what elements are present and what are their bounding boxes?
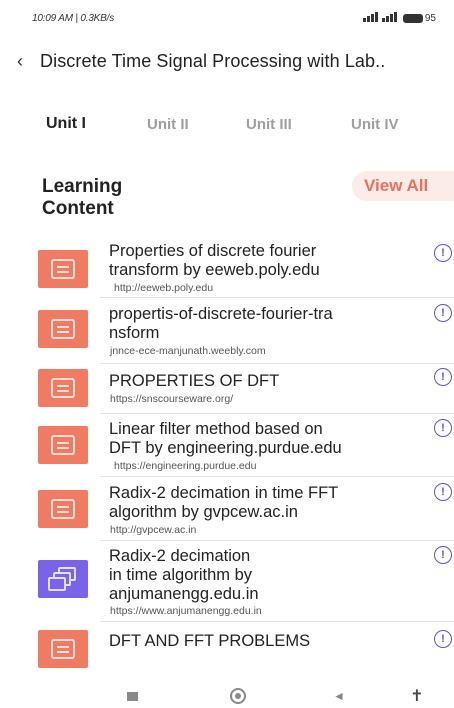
signal-icon bbox=[362, 11, 397, 25]
info-icon[interactable]: ! bbox=[434, 546, 452, 564]
info-icon[interactable]: ! bbox=[434, 304, 452, 322]
item-thumbnail bbox=[38, 426, 88, 464]
document-icon bbox=[51, 435, 75, 455]
item-thumbnail bbox=[38, 630, 88, 668]
tab-unit-3[interactable]: Unit III bbox=[246, 108, 292, 140]
page-title: Discrete Time Signal Processing with Lab… bbox=[40, 50, 386, 71]
battery-level: 95 bbox=[424, 12, 436, 24]
system-nav-bar: ◄ ✝ bbox=[0, 684, 454, 708]
document-icon bbox=[51, 378, 75, 398]
divider bbox=[100, 621, 454, 622]
tab-unit-4[interactable]: Unit IV bbox=[351, 108, 399, 140]
info-icon[interactable]: ! bbox=[434, 630, 452, 648]
document-icon bbox=[51, 319, 75, 339]
item-thumbnail bbox=[38, 560, 88, 598]
divider bbox=[100, 363, 454, 364]
item-title: PROPERTIES OF DFT bbox=[109, 372, 280, 390]
section-title: Learning Content bbox=[42, 176, 242, 220]
view-all-button[interactable]: View All bbox=[352, 171, 454, 201]
info-icon[interactable]: ! bbox=[434, 244, 452, 262]
tab-unit-1[interactable]: Unit I bbox=[46, 108, 86, 140]
status-icons: 95 bbox=[362, 11, 436, 25]
divider bbox=[100, 540, 454, 541]
item-url: https://engineering.purdue.edu bbox=[114, 460, 257, 472]
item-thumbnail bbox=[38, 310, 88, 348]
info-icon[interactable]: ! bbox=[434, 419, 452, 437]
item-thumbnail bbox=[38, 250, 88, 288]
square-icon bbox=[126, 691, 138, 701]
back-arrow-icon: ‹ bbox=[17, 50, 23, 71]
document-icon bbox=[51, 499, 75, 519]
status-time: 10:09 AM | 0.3KB/s bbox=[32, 12, 115, 24]
item-thumbnail bbox=[38, 490, 88, 528]
section-title-line-2: Content bbox=[42, 198, 114, 219]
tab-unit-2[interactable]: Unit II bbox=[147, 108, 189, 140]
unit-tabs: Unit I Unit II Unit III Unit IV bbox=[0, 108, 454, 140]
circle-icon bbox=[230, 688, 246, 704]
app-header: ‹ Discrete Time Signal Processing with L… bbox=[0, 44, 454, 78]
home-button[interactable] bbox=[228, 686, 248, 706]
section-title-line-1: Learning bbox=[42, 176, 123, 197]
item-title: Radix-2 decimation in time FFT algorithm … bbox=[109, 484, 339, 521]
accessibility-button[interactable]: ✝ bbox=[406, 686, 428, 706]
item-title: DFT AND FFT PROBLEMS bbox=[109, 632, 311, 650]
item-url: jnnce-ece-manjunath.weebly.com bbox=[110, 345, 266, 357]
item-thumbnail bbox=[38, 369, 88, 407]
item-title: Linear filter method based on DFT by engi… bbox=[109, 420, 342, 457]
item-title: propertis-of-discrete-fourier-tra nsform bbox=[109, 305, 333, 342]
document-icon bbox=[51, 639, 75, 659]
info-icon[interactable]: ! bbox=[434, 368, 452, 386]
document-icon bbox=[51, 259, 75, 279]
copy-icon bbox=[48, 567, 78, 591]
divider bbox=[100, 413, 454, 414]
item-url: https://www.anjumanengg.edu.in bbox=[110, 605, 262, 617]
battery-icon: 95 bbox=[402, 12, 436, 24]
nav-back-button[interactable]: ◄ bbox=[331, 686, 347, 706]
item-title: Radix-2 decimation in time algorithm by an… bbox=[109, 547, 259, 603]
item-url: http://eeweb.poly.edu bbox=[114, 282, 214, 294]
back-button[interactable]: ‹ bbox=[0, 44, 40, 78]
divider bbox=[100, 476, 454, 477]
info-icon[interactable]: ! bbox=[434, 483, 452, 501]
divider bbox=[100, 297, 454, 298]
item-url: https://snscourseware.org/ bbox=[110, 393, 234, 405]
recent-apps-button[interactable] bbox=[125, 686, 139, 706]
item-title: Properties of discrete fourier transform … bbox=[109, 242, 320, 279]
status-bar: 10:09 AM | 0.3KB/s 95 bbox=[0, 0, 454, 36]
item-url: http://gvpcew.ac.in bbox=[110, 524, 197, 536]
